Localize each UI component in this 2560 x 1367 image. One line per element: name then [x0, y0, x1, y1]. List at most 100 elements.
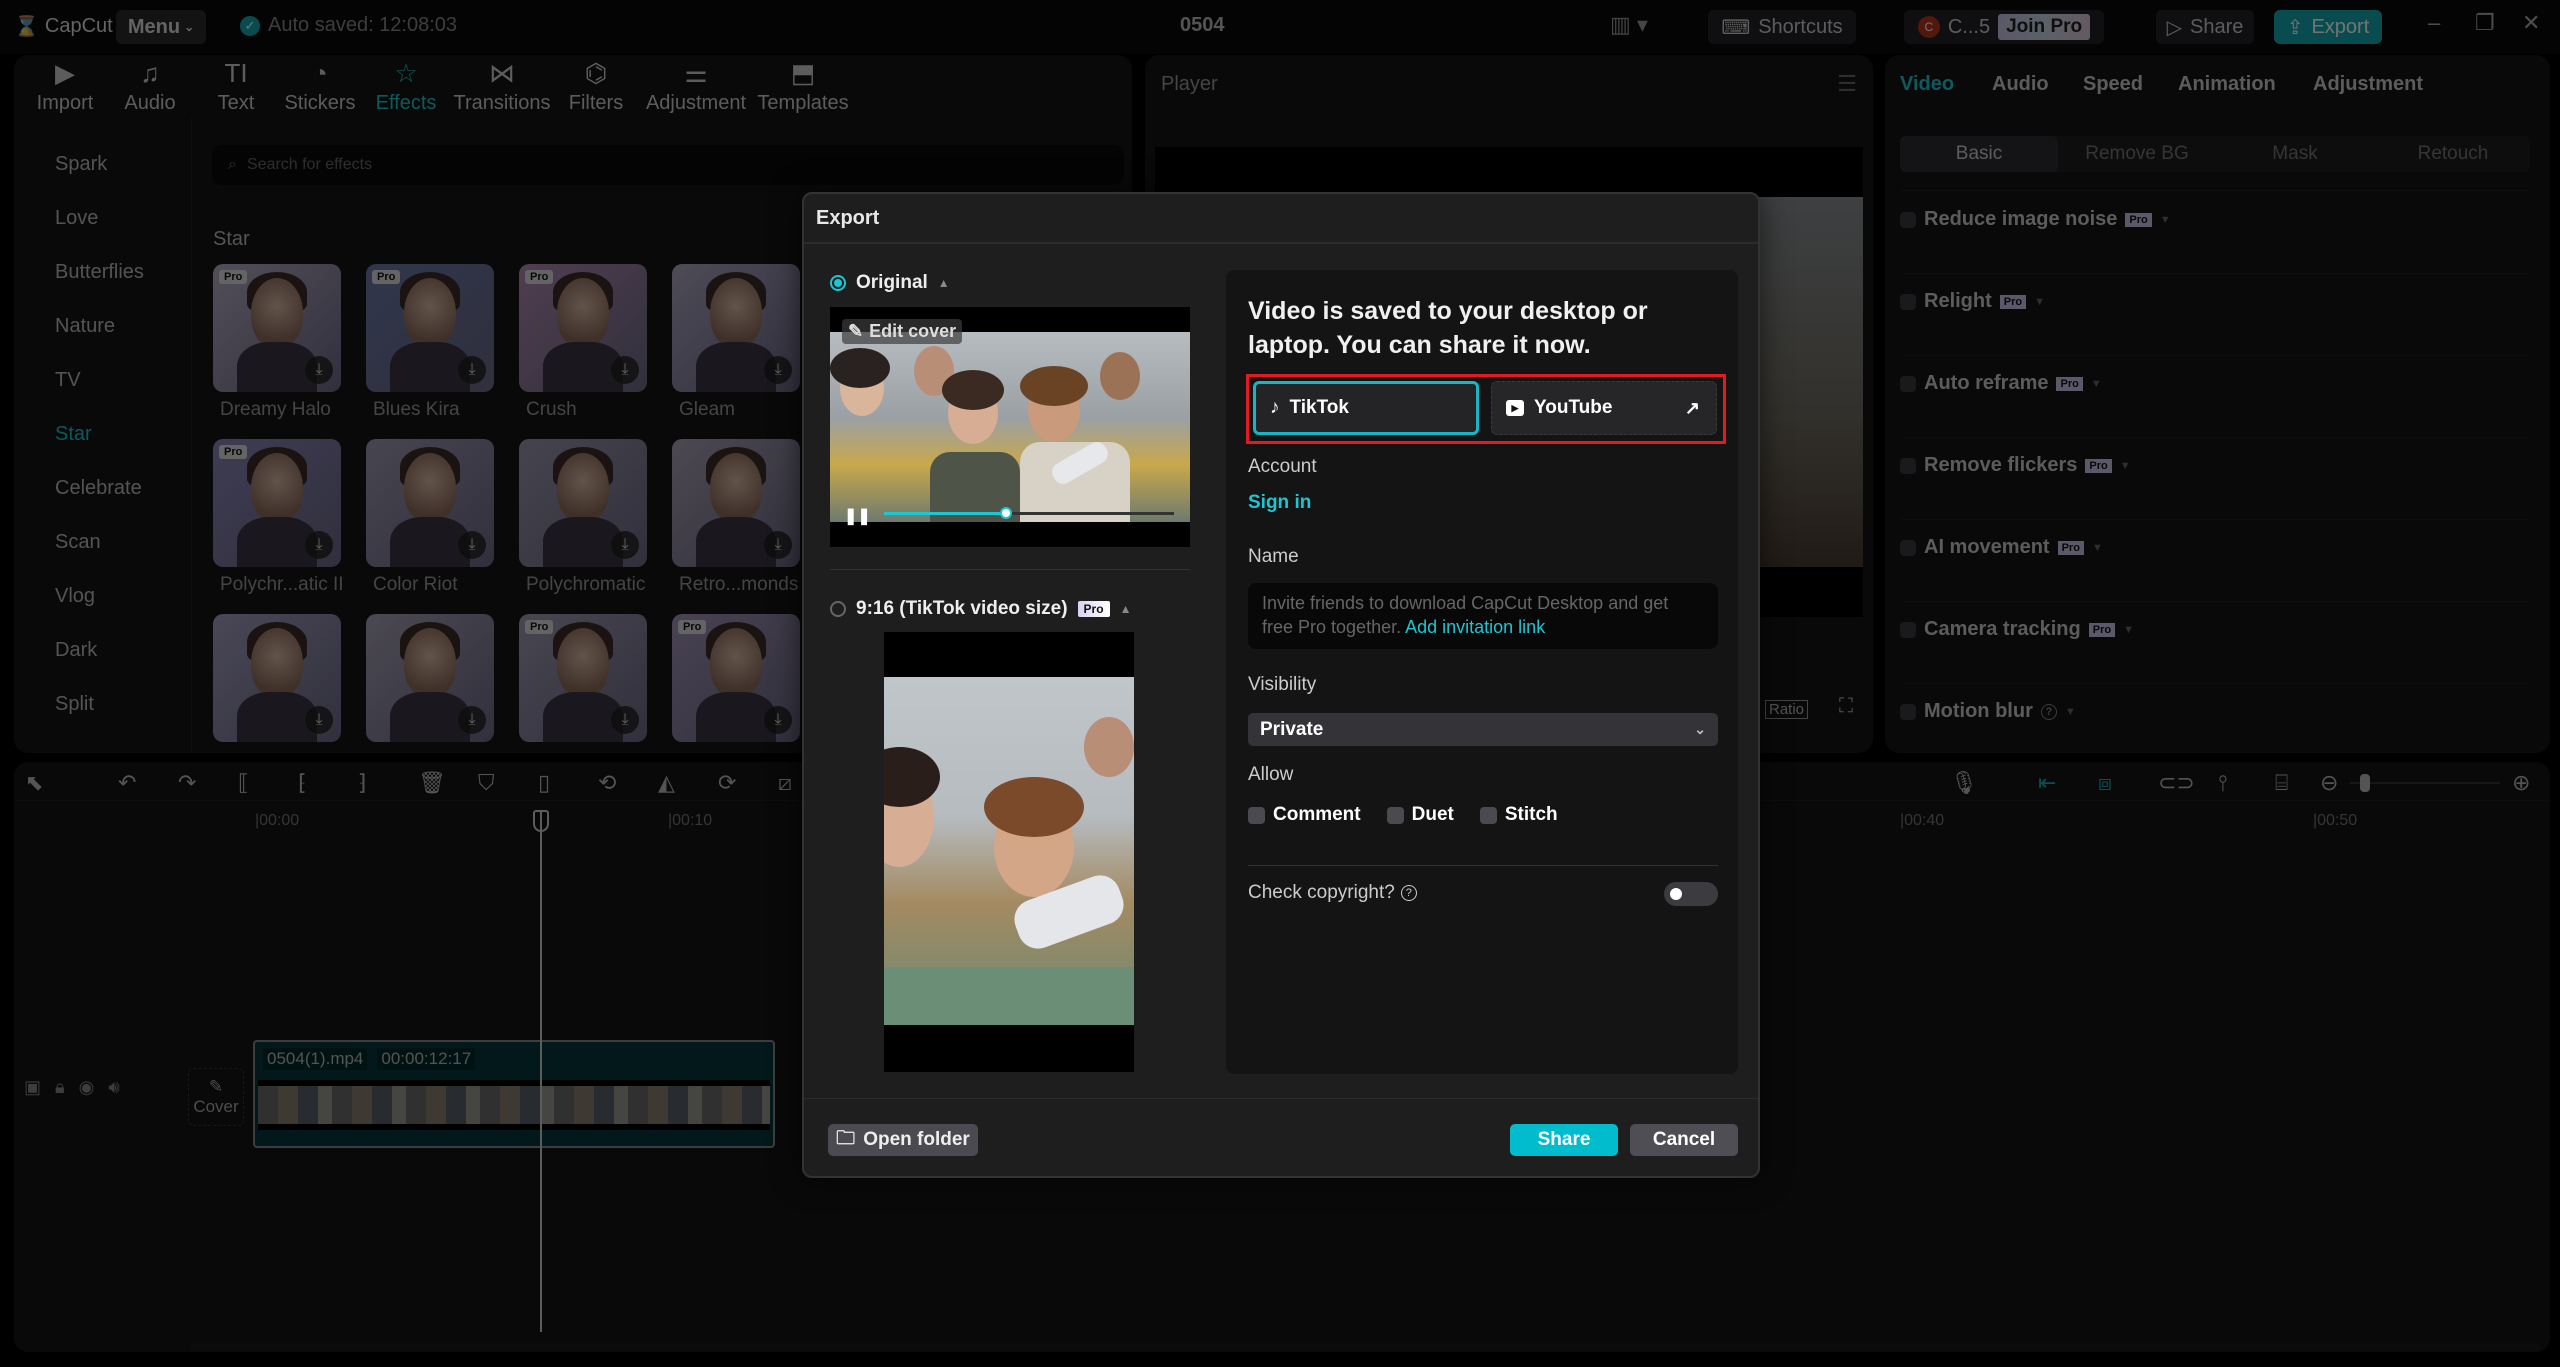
close-window-button[interactable]: ✕: [2522, 10, 2540, 36]
tab-import[interactable]: ▶ Import: [25, 58, 105, 115]
add-invitation-link[interactable]: Add invitation link: [1405, 617, 1545, 637]
download-icon[interactable]: ⤓: [305, 706, 333, 734]
radio-original[interactable]: [830, 275, 846, 291]
lock-icon[interactable]: 🔒︎: [55, 1077, 65, 1098]
minimize-button[interactable]: –: [2428, 10, 2440, 36]
allow-duet[interactable]: Duet: [1386, 804, 1454, 826]
zoom-out-icon[interactable]: ⊖: [2320, 770, 2338, 796]
open-folder-button[interactable]: 🗀 Open folder: [828, 1124, 978, 1156]
visibility-select[interactable]: Private ⌄: [1248, 713, 1718, 746]
zoom-slider[interactable]: [2350, 774, 2500, 792]
effect-thumb[interactable]: Pro ⤓: [213, 264, 341, 392]
download-icon[interactable]: ⤓: [611, 356, 639, 384]
category-celebrate[interactable]: Celebrate: [55, 477, 142, 500]
effect-thumb[interactable]: ⤓: [672, 264, 800, 392]
zoom-in-icon[interactable]: ⊕: [2512, 770, 2530, 796]
category-tv[interactable]: TV: [55, 369, 81, 392]
tab-text[interactable]: TI Text: [196, 58, 276, 115]
category-nature[interactable]: Nature: [55, 315, 115, 338]
download-icon[interactable]: ⤓: [764, 706, 792, 734]
property-checkbox[interactable]: [1900, 621, 1916, 638]
tab-adjustment[interactable]: ⚌ Adjustment: [646, 58, 746, 115]
effect-thumb[interactable]: ⤓: [672, 439, 800, 567]
inspector-tab-animation[interactable]: Animation: [2178, 73, 2276, 96]
download-icon[interactable]: ⤓: [611, 706, 639, 734]
category-spark[interactable]: Spark: [55, 153, 107, 176]
freeze-icon[interactable]: ▯: [538, 770, 550, 796]
property-checkbox[interactable]: [1900, 293, 1916, 310]
category-star[interactable]: Star: [55, 423, 92, 446]
inspector-tab-speed[interactable]: Speed: [2083, 73, 2143, 96]
track-cover-icon[interactable]: ▣: [24, 1077, 41, 1098]
category-love[interactable]: Love: [55, 207, 98, 230]
allow-stitch[interactable]: Stitch: [1479, 804, 1558, 826]
radio-tiktok-size[interactable]: [830, 601, 846, 617]
crop-icon[interactable]: ⧄: [778, 770, 792, 796]
link-main-track-icon[interactable]: ⇤: [2038, 770, 2056, 796]
download-icon[interactable]: ⤓: [458, 356, 486, 384]
rotate-icon[interactable]: ⟳: [718, 770, 736, 796]
tab-audio[interactable]: ♫ Audio: [110, 58, 190, 115]
export-top-button[interactable]: ⇪ Export: [2274, 10, 2382, 44]
caret-up-icon[interactable]: ▲: [1120, 602, 1132, 616]
name-field[interactable]: Invite friends to download CapCut Deskto…: [1248, 583, 1718, 649]
copyright-toggle[interactable]: [1664, 882, 1718, 906]
split-left-icon[interactable]: ⁅: [298, 770, 307, 796]
split-icon[interactable]: ⟦: [238, 770, 249, 796]
effect-thumb[interactable]: Pro ⤓: [366, 264, 494, 392]
download-icon[interactable]: ⤓: [305, 531, 333, 559]
mirror-icon[interactable]: ◭: [658, 770, 675, 796]
caret-up-icon[interactable]: ▲: [938, 276, 950, 290]
microphone-icon[interactable]: 🎙︎: [1950, 770, 1978, 796]
property-checkbox[interactable]: [1900, 703, 1916, 720]
join-pro-button[interactable]: Join Pro: [1998, 14, 2091, 40]
timeline-scrollbar[interactable]: [190, 1343, 2540, 1351]
menu-button[interactable]: Menu ⌄: [116, 10, 206, 44]
cover-button[interactable]: ✎ Cover: [188, 1068, 244, 1126]
undo-icon[interactable]: ↶: [118, 770, 136, 796]
download-icon[interactable]: ⤓: [305, 356, 333, 384]
caret-down-icon[interactable]: ▼: [2091, 378, 2102, 390]
magnet-icon[interactable]: ⧈: [2098, 770, 2112, 796]
download-icon[interactable]: ⤓: [458, 531, 486, 559]
preview-progress-bar[interactable]: [884, 507, 1174, 519]
restore-button[interactable]: ❐: [2475, 10, 2495, 36]
video-clip[interactable]: 0504(1).mp4 00:00:12:17: [253, 1040, 775, 1148]
property-checkbox[interactable]: [1900, 539, 1916, 556]
category-scan[interactable]: Scan: [55, 531, 101, 554]
effect-thumb[interactable]: Pro ⤓: [213, 439, 341, 567]
eye-icon[interactable]: ◉: [79, 1077, 95, 1098]
inspector-tab-audio[interactable]: Audio: [1992, 73, 2049, 96]
effects-search-input[interactable]: ⌕ Search for effects: [212, 145, 1124, 185]
account-button[interactable]: C C...5 Join Pro: [1904, 10, 2104, 44]
sign-in-link[interactable]: Sign in: [1248, 492, 1311, 514]
share-button[interactable]: Share: [1510, 1124, 1618, 1156]
redo-icon[interactable]: ↷: [178, 770, 196, 796]
option-original[interactable]: Original ▲: [830, 272, 950, 294]
effect-thumb[interactable]: ⤓: [366, 614, 494, 742]
effect-thumb[interactable]: ⤓: [213, 614, 341, 742]
inspector-tab-adjustment[interactable]: Adjustment: [2313, 73, 2423, 96]
hamburger-icon[interactable]: ☰: [1837, 71, 1857, 97]
download-icon[interactable]: ⤓: [611, 531, 639, 559]
speaker-icon[interactable]: 🔊︎: [108, 1077, 119, 1098]
property-checkbox[interactable]: [1900, 211, 1916, 228]
reverse-icon[interactable]: ⟲: [598, 770, 616, 796]
tab-transitions[interactable]: ⋈ Transitions: [453, 58, 550, 115]
link-icon[interactable]: ⊂⊃: [2158, 770, 2195, 796]
marker-icon[interactable]: ⛉: [478, 770, 495, 796]
tab-templates[interactable]: ⬒ Templates: [757, 58, 848, 115]
tab-filters[interactable]: ⌬ Filters: [556, 58, 636, 115]
split-right-icon[interactable]: ⁆: [358, 770, 367, 796]
category-dark[interactable]: Dark: [55, 639, 97, 662]
layout-icon[interactable]: ▥ ▾: [1610, 12, 1648, 38]
preview-axis-icon[interactable]: ⌸: [2275, 770, 2288, 796]
subtab-remove-bg[interactable]: Remove BG: [2058, 136, 2216, 172]
playhead[interactable]: [540, 812, 542, 1332]
fullscreen-icon[interactable]: ⛶: [1839, 695, 1853, 718]
inspector-tab-video[interactable]: Video: [1900, 73, 1954, 96]
caret-down-icon[interactable]: ▼: [2092, 542, 2103, 554]
shortcuts-button[interactable]: ⌨ Shortcuts: [1708, 10, 1856, 44]
download-icon[interactable]: ⤓: [764, 356, 792, 384]
share-top-button[interactable]: ▷ Share: [2156, 10, 2254, 44]
